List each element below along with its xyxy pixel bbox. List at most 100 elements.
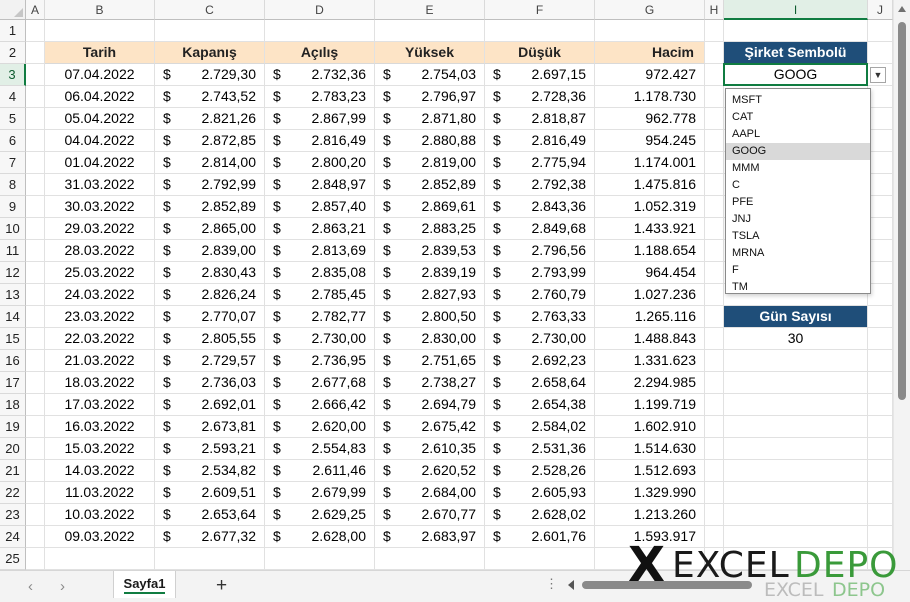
row-header[interactable]: 8: [0, 174, 26, 196]
volume-cell[interactable]: 1.331.623: [595, 350, 705, 372]
price-cell[interactable]: $2.677,32: [155, 526, 265, 548]
grid-cell[interactable]: [724, 350, 868, 372]
volume-cell[interactable]: 1.052.319: [595, 196, 705, 218]
grid-cell[interactable]: [705, 262, 724, 284]
row-header[interactable]: 22: [0, 482, 26, 504]
date-cell[interactable]: 28.03.2022: [45, 240, 155, 262]
dropdown-option[interactable]: GOOG: [726, 143, 870, 160]
grid-cell[interactable]: [26, 438, 45, 460]
price-cell[interactable]: $2.628,02: [485, 504, 595, 526]
vertical-scrollbar[interactable]: [893, 0, 910, 570]
grid-cell[interactable]: [26, 174, 45, 196]
price-cell[interactable]: $2.736,95: [265, 350, 375, 372]
price-cell[interactable]: $2.839,00: [155, 240, 265, 262]
date-cell[interactable]: 24.03.2022: [45, 284, 155, 306]
grid-cell[interactable]: [26, 416, 45, 438]
grid-cell[interactable]: [705, 20, 724, 42]
grid-cell[interactable]: [26, 482, 45, 504]
price-cell[interactable]: $2.534,82: [155, 460, 265, 482]
grid-cell[interactable]: [45, 548, 155, 570]
column-header-e[interactable]: E: [375, 0, 485, 20]
days-value-cell[interactable]: 30: [724, 328, 868, 350]
grid-cell[interactable]: [26, 306, 45, 328]
column-header-h[interactable]: H: [705, 0, 724, 20]
grid-cell[interactable]: [26, 218, 45, 240]
dropdown-option[interactable]: JNJ: [726, 211, 870, 228]
volume-cell[interactable]: 1.265.116: [595, 306, 705, 328]
vertical-dots-icon[interactable]: ⋮: [545, 576, 558, 592]
price-cell[interactable]: $2.683,97: [375, 526, 485, 548]
grid-cell[interactable]: [595, 20, 705, 42]
grid-cell[interactable]: [26, 526, 45, 548]
grid-cell[interactable]: [868, 482, 893, 504]
date-cell[interactable]: 10.03.2022: [45, 504, 155, 526]
price-cell[interactable]: $2.654,38: [485, 394, 595, 416]
grid-cell[interactable]: [705, 218, 724, 240]
price-cell[interactable]: $2.620,52: [375, 460, 485, 482]
price-cell[interactable]: $2.872,85: [155, 130, 265, 152]
price-cell[interactable]: $2.821,26: [155, 108, 265, 130]
sheet-tab-sayfa1[interactable]: Sayfa1: [113, 571, 176, 598]
price-cell[interactable]: $2.729,57: [155, 350, 265, 372]
date-cell[interactable]: 16.03.2022: [45, 416, 155, 438]
grid-cell[interactable]: [868, 152, 893, 174]
chevron-down-icon[interactable]: ▼: [870, 67, 886, 83]
price-cell[interactable]: $2.697,15: [485, 64, 595, 86]
price-cell[interactable]: $2.730,00: [265, 328, 375, 350]
grid-cell[interactable]: [705, 284, 724, 306]
price-cell[interactable]: $2.800,20: [265, 152, 375, 174]
price-cell[interactable]: $2.628,00: [265, 526, 375, 548]
row-header[interactable]: 16: [0, 350, 26, 372]
price-cell[interactable]: $2.736,03: [155, 372, 265, 394]
date-cell[interactable]: 09.03.2022: [45, 526, 155, 548]
price-cell[interactable]: $2.770,07: [155, 306, 265, 328]
grid-cell[interactable]: [705, 504, 724, 526]
grid-cell[interactable]: [45, 20, 155, 42]
date-cell[interactable]: 01.04.2022: [45, 152, 155, 174]
price-cell[interactable]: $2.743,52: [155, 86, 265, 108]
row-header[interactable]: 5: [0, 108, 26, 130]
volume-cell[interactable]: 1.475.816: [595, 174, 705, 196]
grid-cell[interactable]: [705, 416, 724, 438]
price-cell[interactable]: $2.730,00: [485, 328, 595, 350]
grid-cell[interactable]: [26, 42, 45, 64]
row-header[interactable]: 18: [0, 394, 26, 416]
plus-icon[interactable]: +: [216, 575, 227, 597]
price-cell[interactable]: $2.863,21: [265, 218, 375, 240]
price-cell[interactable]: $2.531,36: [485, 438, 595, 460]
grid-cell[interactable]: [724, 394, 868, 416]
price-cell[interactable]: $2.793,99: [485, 262, 595, 284]
price-cell[interactable]: $2.816,49: [265, 130, 375, 152]
price-cell[interactable]: $2.679,99: [265, 482, 375, 504]
row-header[interactable]: 15: [0, 328, 26, 350]
price-cell[interactable]: $2.883,25: [375, 218, 485, 240]
table-header-cell[interactable]: Düşük: [485, 42, 595, 64]
price-cell[interactable]: $2.880,88: [375, 130, 485, 152]
price-cell[interactable]: $2.826,24: [155, 284, 265, 306]
price-cell[interactable]: $2.754,03: [375, 64, 485, 86]
row-header[interactable]: 4: [0, 86, 26, 108]
dropdown-option[interactable]: C: [726, 177, 870, 194]
column-header-d[interactable]: D: [265, 0, 375, 20]
column-header-b[interactable]: B: [45, 0, 155, 20]
price-cell[interactable]: $2.684,00: [375, 482, 485, 504]
dropdown-option[interactable]: MRNA: [726, 245, 870, 262]
volume-cell[interactable]: 1.027.236: [595, 284, 705, 306]
grid-cell[interactable]: [375, 548, 485, 570]
price-cell[interactable]: $2.843,36: [485, 196, 595, 218]
date-cell[interactable]: 18.03.2022: [45, 372, 155, 394]
price-cell[interactable]: $2.658,64: [485, 372, 595, 394]
price-cell[interactable]: $2.554,83: [265, 438, 375, 460]
price-cell[interactable]: $2.848,97: [265, 174, 375, 196]
row-header[interactable]: 9: [0, 196, 26, 218]
grid-cell[interactable]: [724, 438, 868, 460]
symbol-input-cell[interactable]: GOOG: [723, 63, 868, 86]
grid-cell[interactable]: [485, 548, 595, 570]
grid-cell[interactable]: [265, 20, 375, 42]
grid-cell[interactable]: [26, 64, 45, 86]
price-cell[interactable]: $2.839,19: [375, 262, 485, 284]
grid-cell[interactable]: [868, 174, 893, 196]
volume-cell[interactable]: 1.488.843: [595, 328, 705, 350]
column-header-f[interactable]: F: [485, 0, 595, 20]
price-cell[interactable]: $2.830,00: [375, 328, 485, 350]
